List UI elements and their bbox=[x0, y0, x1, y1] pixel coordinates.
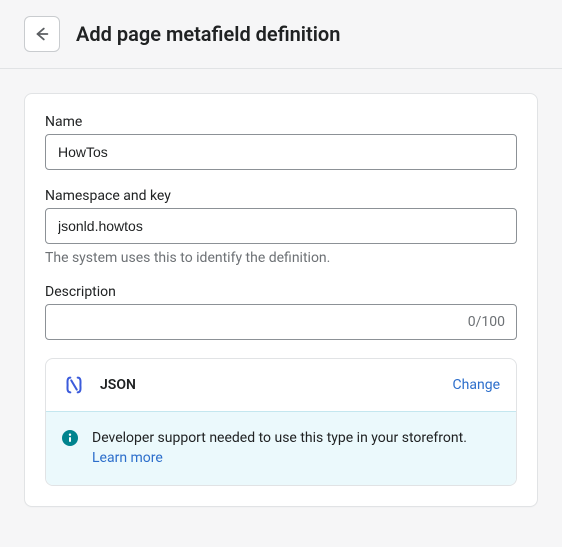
namespace-field: Namespace and key The system uses this t… bbox=[45, 188, 517, 266]
info-icon bbox=[62, 430, 78, 446]
banner-content: Developer support needed to use this typ… bbox=[92, 428, 467, 469]
developer-support-banner: Developer support needed to use this typ… bbox=[46, 411, 516, 485]
type-header: JSON Change bbox=[46, 359, 516, 411]
change-type-button[interactable]: Change bbox=[453, 377, 500, 393]
namespace-help-text: The system uses this to identify the def… bbox=[45, 250, 517, 266]
type-selector: JSON Change Developer support needed to … bbox=[45, 358, 517, 486]
page-title: Add page metafield definition bbox=[76, 22, 340, 46]
description-field: Description 0/100 bbox=[45, 284, 517, 340]
definition-card: Name Namespace and key The system uses t… bbox=[24, 93, 538, 507]
description-input[interactable] bbox=[45, 304, 517, 340]
back-button[interactable] bbox=[24, 16, 60, 52]
page-header: Add page metafield definition bbox=[0, 0, 562, 69]
name-label: Name bbox=[45, 114, 517, 130]
namespace-input[interactable] bbox=[45, 208, 517, 244]
type-info: JSON bbox=[62, 373, 136, 397]
json-icon bbox=[62, 373, 86, 397]
name-input[interactable] bbox=[45, 134, 517, 170]
description-label: Description bbox=[45, 284, 517, 300]
content-area: Name Namespace and key The system uses t… bbox=[0, 69, 562, 531]
learn-more-link[interactable]: Learn more bbox=[92, 450, 163, 466]
namespace-label: Namespace and key bbox=[45, 188, 517, 204]
banner-message: Developer support needed to use this typ… bbox=[92, 430, 467, 446]
name-field: Name bbox=[45, 114, 517, 170]
type-label: JSON bbox=[100, 377, 136, 393]
arrow-left-icon bbox=[33, 25, 51, 43]
